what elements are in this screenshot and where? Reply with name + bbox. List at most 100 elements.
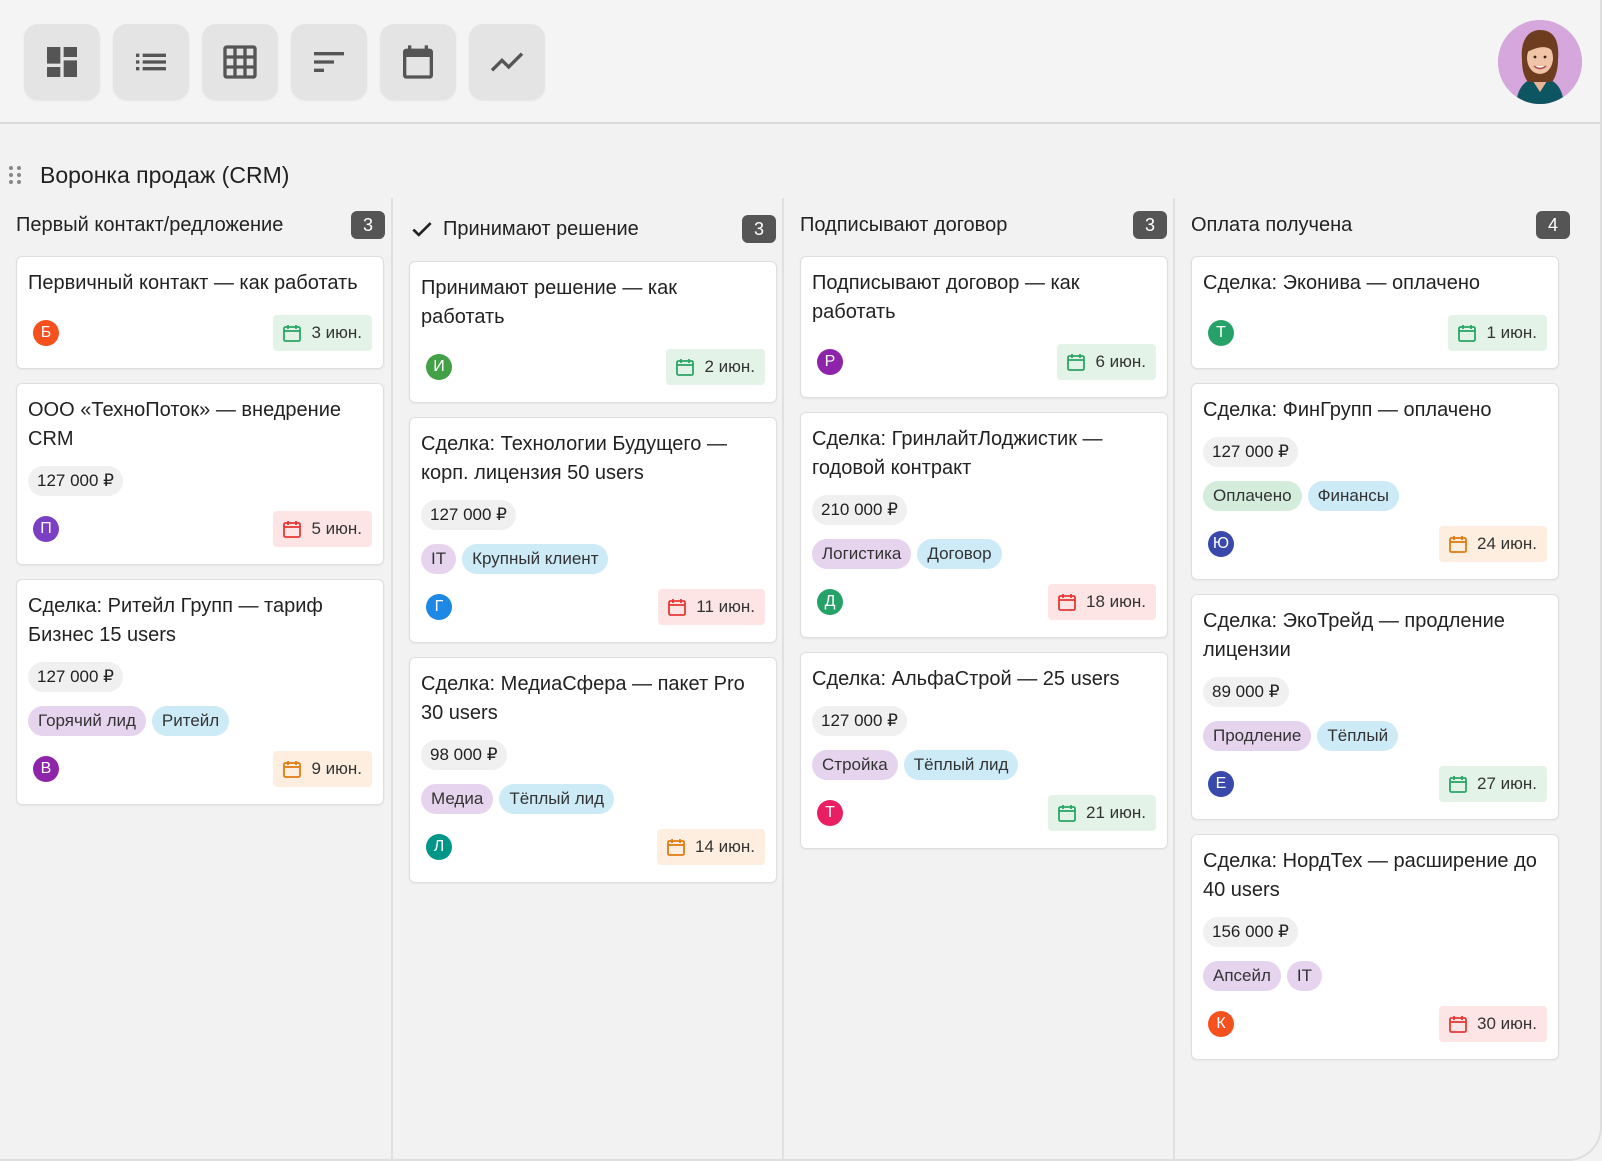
- card-footer: В 9 июн.: [28, 750, 372, 788]
- price-badge: 127 000 ₽: [28, 662, 123, 692]
- due-date-badge[interactable]: 3 июн.: [273, 315, 372, 351]
- due-date-badge[interactable]: 6 июн.: [1057, 344, 1156, 380]
- tag-chip[interactable]: Ритейл: [151, 706, 230, 736]
- card-title: Сделка: Технологии Будущего — корп. лице…: [421, 433, 727, 484]
- price-badge: 156 000 ₽: [1203, 917, 1298, 947]
- tag-chip[interactable]: Тёплый: [1317, 721, 1399, 751]
- card-list: Подписывают договор — как работать Р 6 июн…: [800, 256, 1168, 849]
- tag-chip[interactable]: Тёплый лид: [499, 784, 615, 814]
- calendar-icon: [667, 839, 685, 856]
- due-date-badge[interactable]: 18 июн.: [1048, 584, 1156, 620]
- column-header[interactable]: Принимают решение 3: [409, 214, 776, 244]
- board-view-button[interactable]: [24, 24, 100, 100]
- price-row: 156 000 ₽: [1203, 905, 1547, 947]
- assignee-avatar[interactable]: Е: [1208, 771, 1234, 797]
- assignee-avatar[interactable]: К: [1208, 1011, 1234, 1037]
- price-badge: 89 000 ₽: [1203, 677, 1289, 707]
- tag-chip[interactable]: Продление: [1203, 721, 1312, 751]
- grid-icon: [223, 45, 257, 79]
- column-header[interactable]: Первый контакт/редложение 3: [16, 210, 385, 240]
- assignee-avatar[interactable]: Р: [817, 349, 843, 375]
- tag-chip[interactable]: Договор: [917, 539, 1002, 569]
- deal-card[interactable]: Сделка: Технологии Будущего — корп. лице…: [409, 417, 777, 643]
- calendar-icon: [1449, 536, 1467, 553]
- deal-card[interactable]: Сделка: ГринлайтЛоджистик — годовой конт…: [800, 412, 1168, 638]
- card-footer: Л 14 июн.: [421, 828, 765, 866]
- deal-card[interactable]: Сделка: ФинГрупп — оплачено 127 000 ₽ Опла…: [1191, 383, 1559, 580]
- assignee-avatar[interactable]: Ю: [1208, 531, 1234, 557]
- tag-chip[interactable]: Горячий лид: [28, 706, 146, 736]
- user-avatar[interactable]: [1498, 20, 1582, 104]
- deal-card[interactable]: Сделка: АльфаСтрой — 25 users 127 000 ₽ Ст…: [800, 652, 1168, 849]
- assignee-avatar[interactable]: Г: [426, 594, 452, 620]
- tag-chip[interactable]: Тёплый лид: [903, 750, 1019, 780]
- deal-card[interactable]: Сделка: НордТех — расширение до 40 users…: [1191, 834, 1559, 1060]
- price-row: 127 000 ₽: [28, 454, 372, 496]
- card-list: Принимают решение — как работать И 2 июн. С…: [409, 261, 777, 883]
- due-date-badge[interactable]: 1 июн.: [1448, 315, 1547, 351]
- due-date-badge[interactable]: 14 июн.: [657, 829, 765, 865]
- due-date-text: 14 июн.: [695, 837, 755, 856]
- price-badge: 127 000 ₽: [421, 500, 516, 530]
- assignee-avatar[interactable]: П: [33, 516, 59, 542]
- due-date-badge[interactable]: 27 июн.: [1439, 766, 1547, 802]
- card-title: Сделка: ЭкоТрейд — продление лицензии: [1203, 610, 1505, 661]
- gantt-view-button[interactable]: [291, 24, 367, 100]
- assignee-avatar[interactable]: Б: [33, 320, 59, 346]
- calendar-icon: [283, 761, 302, 778]
- kanban-column: Подписывают договор 3 Подписывают договор …: [782, 198, 1183, 1159]
- assignee-avatar[interactable]: Д: [817, 589, 843, 615]
- price-row: 89 000 ₽: [1203, 665, 1547, 707]
- deal-card[interactable]: Сделка: Эконива — оплачено Т 1 июн.: [1191, 256, 1559, 369]
- deal-card[interactable]: Сделка: Ритейл Групп — тариф Бизнес 15 u…: [16, 579, 384, 805]
- assignee-avatar[interactable]: Т: [817, 800, 843, 826]
- deal-card[interactable]: Сделка: МедиаСфера — пакет Pro 30 users 9…: [409, 657, 777, 883]
- card-footer: Д 18 июн.: [812, 583, 1156, 621]
- assignee-avatar[interactable]: Л: [426, 834, 452, 860]
- tag-chip[interactable]: Финансы: [1307, 481, 1399, 511]
- tag-chip[interactable]: Крупный клиент: [462, 544, 609, 574]
- column-count-badge: 3: [351, 211, 385, 239]
- tag-chip[interactable]: Стройка: [812, 750, 898, 780]
- card-footer: Т 1 июн.: [1203, 314, 1547, 352]
- card-title: Сделка: Ритейл Групп — тариф Бизнес 15 u…: [28, 595, 323, 646]
- calendar-icon: [1449, 1016, 1467, 1033]
- tag-chip[interactable]: Оплачено: [1203, 481, 1302, 511]
- column-title: Подписывают договор: [800, 213, 1008, 236]
- assignee-avatar[interactable]: И: [426, 354, 452, 380]
- column-header[interactable]: Подписывают договор 3: [800, 210, 1167, 240]
- due-date-badge[interactable]: 5 июн.: [273, 511, 372, 547]
- tag-chip[interactable]: IT: [421, 544, 457, 574]
- column-header[interactable]: Оплата получена 4: [1191, 210, 1570, 240]
- due-date-badge[interactable]: 11 июн.: [658, 589, 765, 625]
- list-icon: [136, 53, 166, 71]
- deal-card[interactable]: Принимают решение — как работать И 2 июн.: [409, 261, 777, 403]
- chart-view-button[interactable]: [469, 24, 545, 100]
- tag-chip[interactable]: Логистика: [812, 539, 912, 569]
- tag-chip[interactable]: IT: [1286, 961, 1323, 991]
- due-date-badge[interactable]: 21 июн.: [1048, 795, 1156, 831]
- due-date-text: 5 июн.: [311, 519, 362, 538]
- due-date-badge[interactable]: 2 июн.: [666, 349, 765, 385]
- deal-card[interactable]: ООО «ТехноПоток» — внедрение CRM 127 000 …: [16, 383, 384, 565]
- assignee-avatar[interactable]: В: [33, 756, 59, 782]
- deal-card[interactable]: Первичный контакт — как работать Б 3 июн.: [16, 256, 384, 369]
- calendar-icon: [403, 45, 433, 79]
- calendar-view-button[interactable]: [380, 24, 456, 100]
- drag-handle-icon[interactable]: [8, 165, 22, 185]
- card-list: Первичный контакт — как работать Б 3 июн. О…: [16, 256, 384, 805]
- tag-chip[interactable]: Апсейл: [1203, 961, 1281, 991]
- due-date-badge[interactable]: 24 июн.: [1439, 526, 1547, 562]
- due-date-badge[interactable]: 9 июн.: [273, 751, 372, 787]
- deal-card[interactable]: Сделка: ЭкоТрейд — продление лицензии 89 …: [1191, 594, 1559, 820]
- tag-chip[interactable]: Медиа: [421, 784, 494, 814]
- due-date-badge[interactable]: 30 июн.: [1439, 1006, 1547, 1042]
- assignee-avatar[interactable]: Т: [1208, 320, 1234, 346]
- list-view-button[interactable]: [113, 24, 189, 100]
- table-view-button[interactable]: [202, 24, 278, 100]
- deal-card[interactable]: Подписывают договор — как работать Р 6 июн…: [800, 256, 1168, 398]
- card-footer: Ю 24 июн.: [1203, 525, 1547, 563]
- card-title: ООО «ТехноПоток» — внедрение CRM: [28, 399, 342, 450]
- trend-icon: [490, 52, 524, 72]
- card-title: Сделка: ГринлайтЛоджистик — годовой конт…: [812, 428, 1103, 479]
